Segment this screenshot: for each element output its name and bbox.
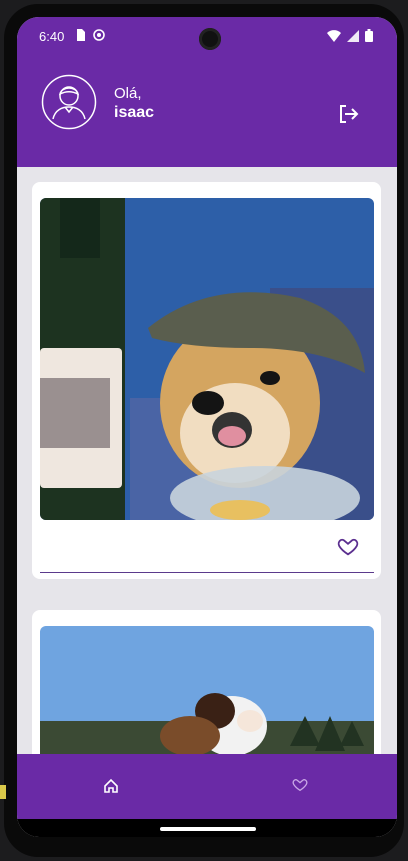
username: isaac — [114, 104, 155, 121]
side-tab — [0, 785, 6, 799]
app-header: Olá, isaac — [17, 57, 397, 167]
user-avatar-icon — [41, 74, 97, 130]
logout-icon[interactable] — [337, 103, 359, 125]
post-feed[interactable] — [17, 167, 397, 755]
gesture-area — [17, 819, 397, 837]
app-notification-icon — [93, 29, 105, 41]
post-card — [32, 182, 381, 579]
greeting-text: Olá, — [114, 85, 142, 102]
dog-photo-image — [40, 198, 374, 520]
heart-icon[interactable] — [337, 536, 359, 558]
gesture-bar[interactable] — [160, 827, 256, 831]
post-card — [32, 610, 381, 755]
notification-icons — [75, 29, 105, 41]
status-time: 6:40 — [39, 29, 65, 44]
signal-icon — [347, 29, 359, 42]
bottom-navigation — [17, 754, 397, 819]
device-frame: 6:40 Olá, isaac — [4, 4, 404, 857]
card-divider — [40, 572, 374, 573]
system-icons — [327, 29, 373, 42]
home-icon[interactable] — [103, 778, 119, 794]
dog-photo — [40, 626, 374, 755]
battery-icon — [365, 29, 373, 42]
wifi-icon — [327, 29, 341, 42]
dog-photo-image — [40, 626, 374, 755]
app-screen: 6:40 Olá, isaac — [17, 17, 397, 837]
heart-icon[interactable] — [292, 777, 308, 793]
sim-card-icon — [77, 29, 85, 41]
dog-photo — [40, 198, 374, 520]
front-camera — [199, 28, 221, 50]
status-bar: 6:40 — [17, 17, 397, 57]
